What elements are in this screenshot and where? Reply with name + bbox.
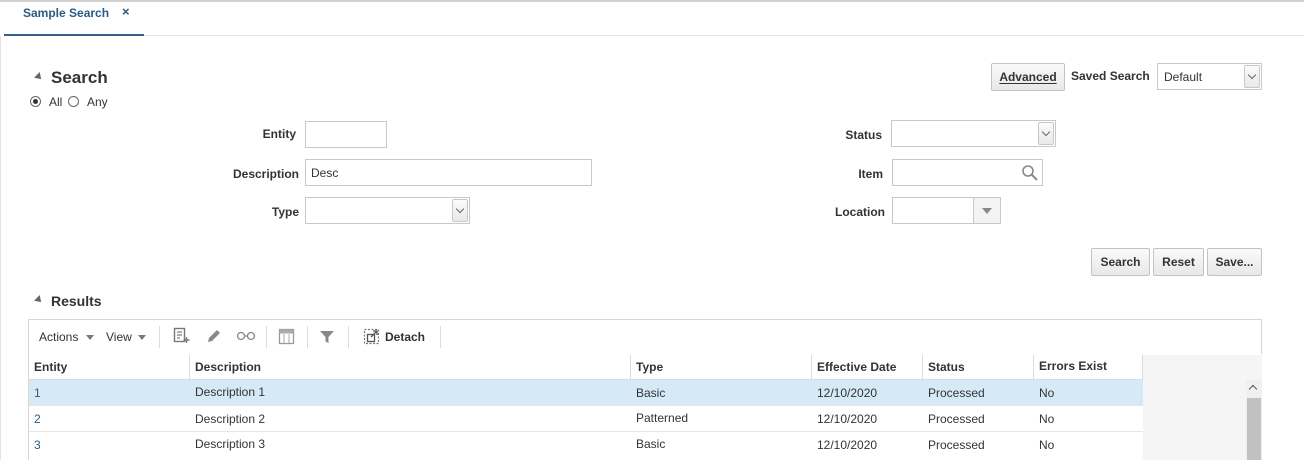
detach-button[interactable]: Detach [385, 330, 425, 344]
type-select[interactable] [305, 197, 470, 224]
saved-search-select[interactable]: Default [1157, 63, 1262, 90]
description-cell: Description 1 [195, 385, 266, 399]
effective-date-cell: 12/10/2020 [817, 386, 878, 400]
location-select[interactable] [892, 197, 1001, 224]
tab-divider [144, 35, 1304, 36]
close-icon[interactable]: × [122, 4, 130, 19]
status-dropdown-button[interactable] [1038, 122, 1054, 145]
status-select[interactable] [891, 120, 1056, 147]
entity-input[interactable] [305, 121, 387, 148]
reset-button[interactable]: Reset [1153, 248, 1204, 276]
actions-chevron-icon[interactable] [86, 335, 94, 340]
column-header-status[interactable]: Status [923, 355, 1034, 380]
scrollbar-thumb[interactable] [1247, 398, 1261, 460]
table-row[interactable]: 1 Description 1 Basic 12/10/2020 Process… [29, 380, 1143, 406]
toolbar-separator [348, 326, 349, 348]
toolbar-separator [159, 326, 160, 348]
entity-link[interactable]: 3 [29, 432, 190, 458]
location-label: Location [835, 205, 885, 219]
errors-exist-cell: No [1039, 412, 1055, 426]
table-row[interactable]: 2 Description 2 Patterned 12/10/2020 Pro… [29, 406, 1143, 432]
entity-link[interactable]: 1 [29, 380, 190, 406]
effective-date-cell: 12/10/2020 [817, 438, 878, 452]
errors-exist-cell: No [1039, 386, 1055, 400]
left-border [0, 36, 1, 460]
table-row[interactable]: 3 Description 3 Basic 12/10/2020 Process… [29, 432, 1143, 458]
description-label: Description [232, 167, 299, 181]
column-header-errors-exist[interactable]: Errors Exist [1034, 355, 1143, 380]
type-cell: Basic [636, 386, 666, 400]
view-menu[interactable]: View [106, 330, 132, 344]
pencil-icon[interactable] [205, 328, 222, 345]
toolbar-separator [266, 326, 267, 348]
create-row-icon[interactable] [173, 327, 190, 344]
item-label: Item [858, 167, 883, 181]
saved-search-value: Default [1164, 70, 1203, 84]
saved-search-label: Saved Search [1071, 69, 1150, 83]
chevron-down-icon [1247, 70, 1257, 80]
match-any-radio[interactable] [68, 96, 79, 107]
type-cell: Basic [636, 437, 666, 451]
chevron-down-icon [455, 204, 465, 214]
tab-label[interactable]: Sample Search [23, 6, 109, 20]
match-all-radio[interactable] [30, 96, 41, 107]
column-header-type[interactable]: Type [631, 355, 812, 380]
type-cell: Patterned [636, 411, 689, 425]
errors-exist-cell: No [1039, 438, 1055, 452]
match-any-label: Any [87, 95, 108, 109]
table-empty-area [1143, 380, 1262, 460]
table-header-filler [1143, 355, 1262, 380]
description-cell: Description 3 [195, 437, 266, 451]
entity-label: Entity [262, 127, 296, 141]
column-header-effective-date[interactable]: Effective Date [812, 355, 923, 380]
saved-search-dropdown-button[interactable] [1244, 65, 1260, 88]
description-input[interactable]: Desc [305, 159, 592, 186]
search-button[interactable]: Search [1091, 248, 1150, 276]
advanced-button-label: Advanced [999, 70, 1057, 84]
location-dropdown-button[interactable] [974, 198, 1000, 223]
search-section-title: Search [51, 68, 108, 87]
collapse-results-icon[interactable] [34, 295, 44, 305]
toolbar-separator [307, 326, 308, 348]
freeze-columns-icon[interactable] [278, 328, 295, 345]
advanced-button[interactable]: Advanced [991, 63, 1065, 91]
chevron-down-icon [1041, 127, 1051, 137]
results-section-title: Results [51, 293, 102, 309]
match-all-label: All [49, 95, 63, 109]
status-cell: Processed [928, 438, 985, 452]
detach-icon[interactable] [363, 328, 380, 345]
status-cell: Processed [928, 412, 985, 426]
triangle-down-icon [982, 207, 992, 214]
type-dropdown-button[interactable] [452, 199, 468, 222]
view-chevron-icon[interactable] [138, 335, 146, 340]
glasses-icon[interactable] [236, 330, 256, 342]
description-cell: Description 2 [195, 412, 266, 426]
save-button[interactable]: Save... [1207, 248, 1262, 276]
entity-link[interactable]: 2 [29, 406, 190, 432]
type-label: Type [271, 205, 299, 219]
toolbar-separator [440, 326, 441, 348]
filter-icon[interactable] [319, 329, 335, 345]
collapse-search-icon[interactable] [34, 72, 44, 82]
status-label: Status [845, 128, 882, 142]
column-header-entity[interactable]: Entity [29, 355, 190, 380]
actions-menu[interactable]: Actions [39, 330, 78, 344]
column-header-description[interactable]: Description [190, 355, 631, 380]
effective-date-cell: 12/10/2020 [817, 412, 878, 426]
status-cell: Processed [928, 386, 985, 400]
search-icon[interactable] [1021, 164, 1039, 182]
top-border [0, 0, 1304, 2]
